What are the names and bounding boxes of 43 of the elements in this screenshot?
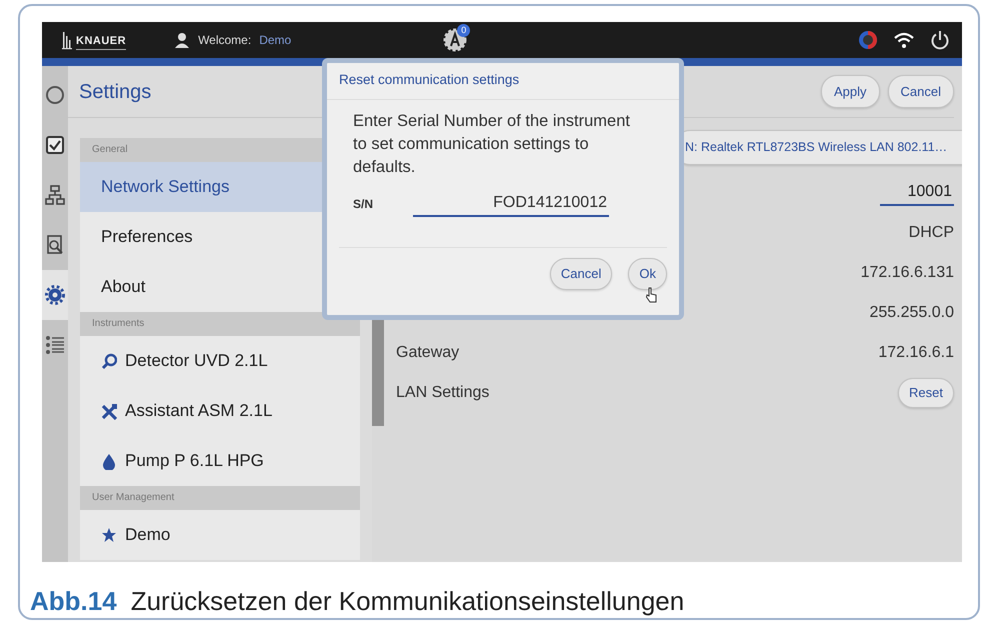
dialog-button[interactable]: Cancel [550,258,612,290]
setting-label: LAN Settings [396,382,490,403]
dialog-title: Reset communication settings [327,63,679,100]
logo-text: KNAUER [76,32,126,50]
status-icon [45,85,65,105]
settings-item[interactable]: Demo [80,510,360,560]
serial-number-field[interactable]: FOD141210012 [413,191,609,218]
settings-item[interactable]: Detector UVD 2.1L [80,336,360,386]
port-field[interactable]: 10001 [880,180,954,206]
setting-label: Gateway [396,342,460,363]
setting-value: DHCP [908,222,954,243]
search-icon [101,352,117,370]
user-name: Demo [259,32,292,49]
power-icon[interactable] [930,30,950,50]
status-icon[interactable] [858,30,878,50]
star-icon [101,526,117,544]
list-icon [45,335,65,355]
settings-item[interactable]: Assistant ASM 2.1L [80,386,360,436]
action-button[interactable]: Apply [821,74,880,108]
tools-icon [101,402,117,420]
notification-badge: 0 [457,24,470,37]
reset-button[interactable]: Reset [898,378,954,408]
dialog-button[interactable]: Ok [628,258,667,290]
settings-item[interactable]: Pump P 6.1L HPG [80,436,360,486]
search-document-icon [45,235,65,255]
pointer-icon [645,287,657,303]
setting-value: 172.16.6.1 [878,342,954,363]
wifi-icon[interactable] [894,31,914,49]
drop-icon [101,452,117,470]
user-icon [174,32,190,48]
setting-value: 255.255.0.0 [869,302,954,323]
page-title: Settings [79,80,152,104]
section-heading: User Management [80,486,360,510]
setting-value: 172.16.6.131 [860,262,954,283]
figure-caption: Zurücksetzen der Kommunikationseinstellungen [130,586,684,616]
settings-icon [45,285,65,305]
welcome-label: Welcome: [198,32,252,49]
logo-icon [62,30,72,50]
checkbox-icon [45,135,65,155]
figure-number: Abb.14 [30,586,117,616]
section-heading: Instruments [80,312,360,336]
network-icon [45,185,65,205]
action-button[interactable]: Cancel [888,74,954,108]
